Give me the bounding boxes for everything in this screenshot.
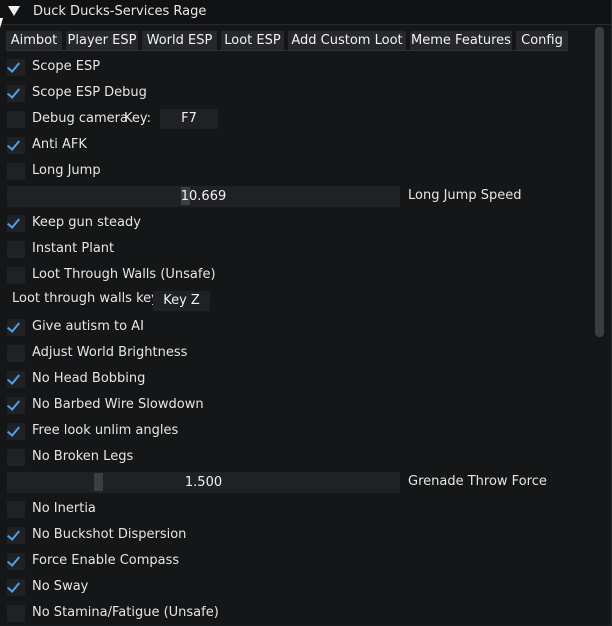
long-jump-speed-slider[interactable]: 10.669 <box>7 186 400 207</box>
adjust-world-brightness-checkbox[interactable] <box>7 345 25 362</box>
grenade-force-slider[interactable]: 1.500 <box>7 472 400 493</box>
force-compass-label: Force Enable Compass <box>32 553 180 568</box>
no-buckshot-label: No Buckshot Dispersion <box>32 527 187 542</box>
checkmark-icon <box>6 397 21 411</box>
instant-plant-row[interactable]: Instant Plant <box>0 236 590 262</box>
no-head-bobbing-label: No Head Bobbing <box>32 371 146 386</box>
title-bar[interactable]: Duck Ducks-Services Rage <box>0 0 611 28</box>
no-stamina-label: No Stamina/Fatigue (Unsafe) <box>32 605 219 620</box>
checkmark-icon <box>6 137 21 151</box>
loot-walls-key-label: Loot through walls key <box>12 291 159 306</box>
grenade-force-label: Grenade Throw Force <box>408 474 547 489</box>
window-title: Duck Ducks-Services Rage <box>33 4 207 19</box>
no-sway-row[interactable]: No Sway <box>0 574 590 600</box>
tab-world-esp[interactable]: World ESP <box>142 31 217 50</box>
debug-camera-key-button[interactable]: F7 <box>160 109 218 129</box>
tab-meme-features[interactable]: Meme Features <box>410 31 512 50</box>
give-autism-label: Give autism to AI <box>32 319 144 334</box>
checkmark-icon <box>6 579 21 593</box>
scope-esp-row[interactable]: Scope ESP <box>0 54 590 80</box>
checkmark-icon <box>6 527 21 541</box>
no-barbed-wire-row[interactable]: No Barbed Wire Slowdown <box>0 392 590 418</box>
long-jump-checkbox[interactable] <box>7 163 25 180</box>
tab-loot-esp[interactable]: Loot ESP <box>221 31 284 50</box>
no-broken-legs-row[interactable]: No Broken Legs <box>0 444 590 470</box>
long-jump-speed-value: 10.669 <box>180 189 227 204</box>
no-barbed-wire-checkbox[interactable] <box>6 397 25 414</box>
debug-camera-row[interactable]: Debug camera Key: F7 <box>0 106 590 132</box>
loot-walls-key-row: Loot through walls key Key Z <box>0 288 590 314</box>
debug-camera-label: Debug camera <box>32 111 128 126</box>
give-autism-row[interactable]: Give autism to AI <box>0 314 590 340</box>
force-compass-checkbox[interactable] <box>6 553 25 570</box>
scrollbar-thumb[interactable] <box>595 27 604 337</box>
no-head-bobbing-row[interactable]: No Head Bobbing <box>0 366 590 392</box>
no-inertia-label: No Inertia <box>32 501 96 516</box>
scope-esp-checkbox[interactable] <box>6 59 25 76</box>
scope-esp-debug-row[interactable]: Scope ESP Debug <box>0 80 590 106</box>
long-jump-row[interactable]: Long Jump <box>0 158 590 184</box>
tab-config[interactable]: Config <box>516 31 568 50</box>
collapse-arrow-icon[interactable] <box>8 6 20 16</box>
no-buckshot-checkbox[interactable] <box>6 527 25 544</box>
scope-esp-debug-label: Scope ESP Debug <box>32 85 147 100</box>
loot-through-walls-checkbox[interactable] <box>7 267 25 284</box>
no-sway-label: No Sway <box>32 579 89 594</box>
no-buckshot-row[interactable]: No Buckshot Dispersion <box>0 522 590 548</box>
instant-plant-checkbox[interactable] <box>7 241 25 258</box>
checkmark-icon <box>6 553 21 567</box>
no-head-bobbing-checkbox[interactable] <box>6 371 25 388</box>
checkmark-icon <box>6 85 21 99</box>
anti-afk-checkbox[interactable] <box>6 137 25 154</box>
tab-add-custom-loot[interactable]: Add Custom Loot <box>288 31 406 50</box>
no-barbed-wire-label: No Barbed Wire Slowdown <box>32 397 204 412</box>
free-look-label: Free look unlim angles <box>32 423 179 438</box>
mouse-cursor-icon <box>0 18 3 28</box>
long-jump-speed-label: Long Jump Speed <box>408 188 522 203</box>
grenade-force-row: 1.500 Grenade Throw Force <box>0 470 590 496</box>
loot-through-walls-label: Loot Through Walls (Unsafe) <box>32 267 216 282</box>
adjust-world-brightness-label: Adjust World Brightness <box>32 345 188 360</box>
mod-menu-window: Duck Ducks-Services Rage Aimbot Player E… <box>0 0 612 625</box>
no-inertia-checkbox[interactable] <box>7 501 25 518</box>
loot-walls-key-button[interactable]: Key Z <box>153 291 210 311</box>
checkmark-icon <box>6 423 21 437</box>
scope-esp-label: Scope ESP <box>32 59 101 74</box>
scope-esp-debug-checkbox[interactable] <box>6 85 25 102</box>
debug-camera-checkbox[interactable] <box>7 111 25 128</box>
vertical-scrollbar[interactable] <box>593 27 607 625</box>
checkmark-icon <box>6 371 21 385</box>
grenade-force-value: 1.500 <box>184 475 223 490</box>
long-jump-label: Long Jump <box>32 163 101 178</box>
no-stamina-row[interactable]: No Stamina/Fatigue (Unsafe) <box>0 600 590 626</box>
checkmark-icon <box>6 319 21 333</box>
keep-gun-steady-checkbox[interactable] <box>6 215 25 232</box>
no-sway-checkbox[interactable] <box>6 579 25 596</box>
free-look-row[interactable]: Free look unlim angles <box>0 418 590 444</box>
tab-player-esp[interactable]: Player ESP <box>66 31 138 50</box>
long-jump-speed-row: 10.669 Long Jump Speed <box>0 184 590 210</box>
adjust-world-brightness-row[interactable]: Adjust World Brightness <box>0 340 590 366</box>
free-look-checkbox[interactable] <box>6 423 25 440</box>
instant-plant-label: Instant Plant <box>32 241 115 256</box>
no-broken-legs-checkbox[interactable] <box>7 449 25 466</box>
no-inertia-row[interactable]: No Inertia <box>0 496 590 522</box>
give-autism-checkbox[interactable] <box>6 319 25 336</box>
keep-gun-steady-row[interactable]: Keep gun steady <box>0 210 590 236</box>
checkmark-icon <box>6 59 21 73</box>
force-compass-row[interactable]: Force Enable Compass <box>0 548 590 574</box>
anti-afk-row[interactable]: Anti AFK <box>0 132 590 158</box>
checkmark-icon <box>6 215 21 229</box>
no-stamina-checkbox[interactable] <box>7 605 25 622</box>
no-broken-legs-label: No Broken Legs <box>32 449 134 464</box>
debug-camera-key-label: Key: <box>124 111 152 126</box>
keep-gun-steady-label: Keep gun steady <box>32 215 141 230</box>
loot-through-walls-row[interactable]: Loot Through Walls (Unsafe) <box>0 262 590 288</box>
tab-underline <box>6 50 568 51</box>
tab-aimbot[interactable]: Aimbot <box>6 31 62 50</box>
anti-afk-label: Anti AFK <box>32 137 87 152</box>
